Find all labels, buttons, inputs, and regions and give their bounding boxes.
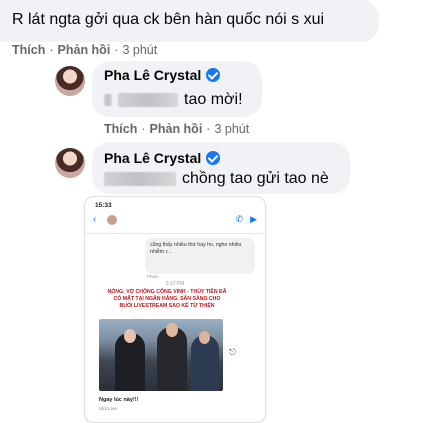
redacted-text <box>118 93 178 107</box>
person-face <box>124 329 136 343</box>
comment-time[interactable]: 3 phút <box>122 43 157 57</box>
comment-text-2: tao mời! <box>104 91 243 109</box>
comment-text: R lát ngta gởi qua ck bên hàn quốc nói s… <box>12 11 325 28</box>
like-link[interactable]: Thích <box>12 43 45 57</box>
redacted-text <box>104 94 112 106</box>
comment-text-3: chồng tao gửi tao nè <box>104 170 329 188</box>
news-photo <box>99 319 223 391</box>
phone-status-time: 15:33 <box>95 202 112 209</box>
reply-link[interactable]: Phản hồi <box>58 43 111 57</box>
avatar[interactable] <box>55 148 85 178</box>
phone-call-icon: ✆ <box>235 214 243 224</box>
person-face <box>166 323 178 337</box>
comment-author-3[interactable]: Pha Lê Crystal <box>104 150 221 166</box>
back-arrow-icon: ‹ <box>93 214 97 225</box>
phone-chat-header: ‹ ✆ ▶ <box>85 211 265 234</box>
verified-badge-icon <box>206 68 221 82</box>
reply-link[interactable]: Phản hồi <box>150 122 203 136</box>
share-icon: ⎋ <box>229 347 237 357</box>
post-caption: Ngay lúc này!!! <box>99 397 139 403</box>
redacted-text <box>104 172 176 186</box>
comment-bubble-1: R lát ngta gởi qua ck bên hàn quốc nói s… <box>0 0 379 42</box>
chat-time: 3:17 PM <box>165 281 185 287</box>
message-text: tao mời! <box>184 91 243 108</box>
avatar[interactable] <box>55 66 85 96</box>
chat-sender: Phạm <box>147 274 159 279</box>
like-link[interactable]: Thích <box>104 122 137 136</box>
author-name[interactable]: Pha Lê Crystal <box>104 67 201 83</box>
news-headline: NÓNG: VỢ CHỒNG CÔNG VINH - THỦY TIÊN ĐÃ … <box>107 289 227 310</box>
comment-time[interactable]: 3 phút <box>214 122 249 136</box>
chat-avatar <box>107 215 117 225</box>
chat-bubble: cũng thấy nhiều thứ hay ho, nghe nhiều n… <box>145 238 255 274</box>
comment-author-2[interactable]: Pha Lê Crystal <box>104 67 221 83</box>
post-source: Idol Live <box>99 407 117 412</box>
comment-actions-1: Thích · Phản hồi · 3 phút <box>12 43 158 57</box>
comment-actions-2: Thích · Phản hồi · 3 phút <box>104 122 250 136</box>
video-call-icon: ▶ <box>250 214 257 224</box>
message-text: chồng tao gửi tao nè <box>182 170 329 187</box>
author-name[interactable]: Pha Lê Crystal <box>104 150 201 166</box>
verified-badge-icon <box>206 151 221 165</box>
person-face <box>199 331 210 344</box>
attached-image[interactable]: 15:33 ‹ ✆ ▶ cũng thấy nhiều thứ hay ho, … <box>84 196 266 423</box>
